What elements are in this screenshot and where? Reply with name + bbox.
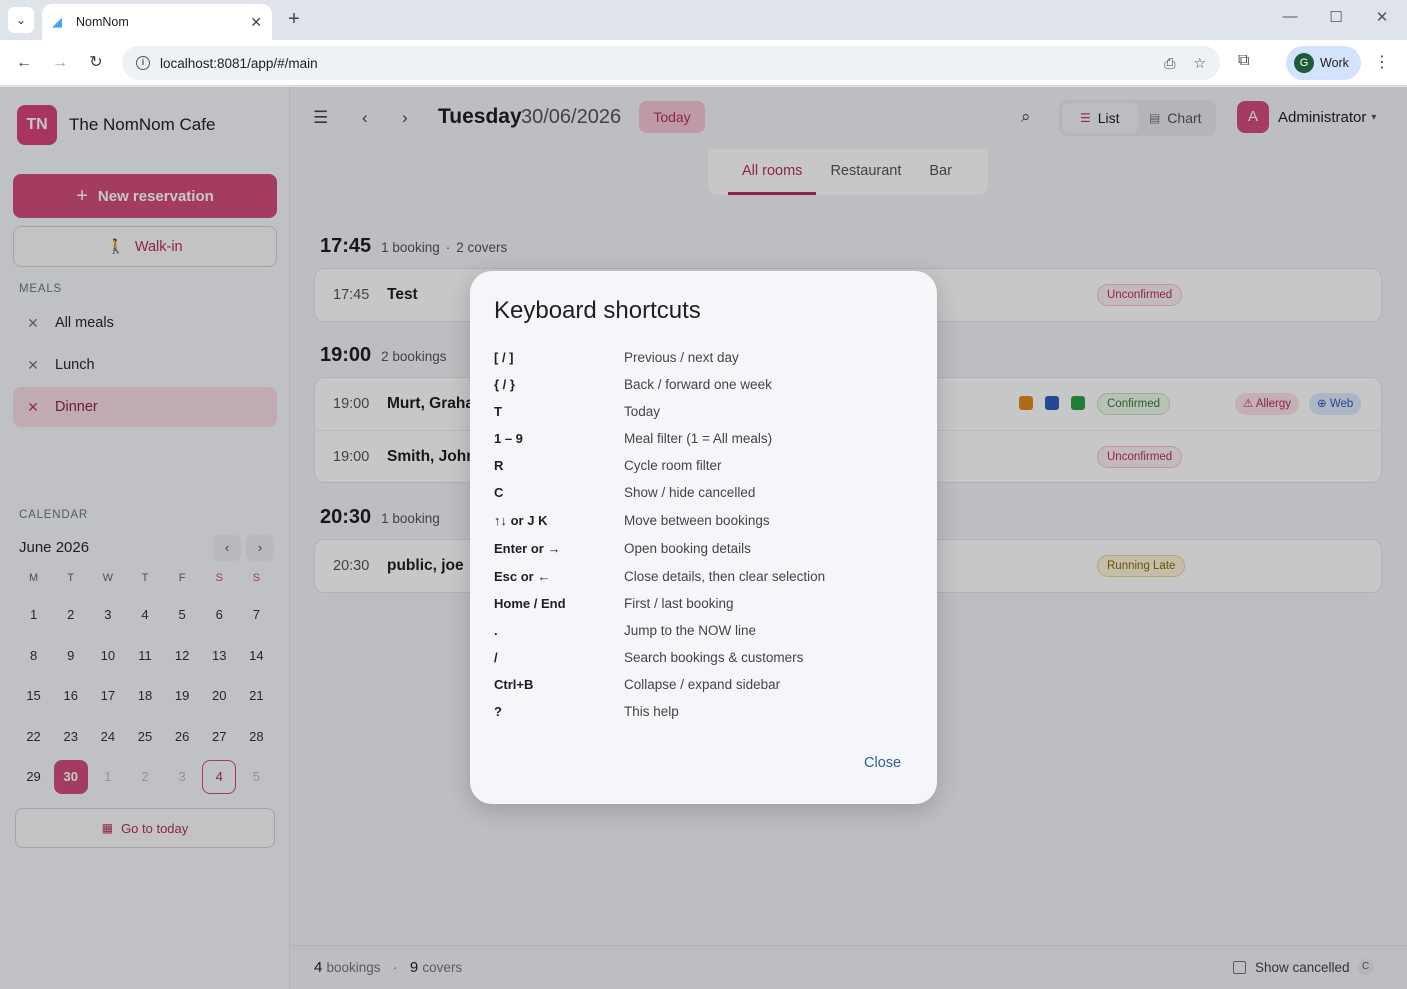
shortcut-row: ? This help [494, 701, 914, 721]
shortcut-description: Open booking details [624, 540, 751, 556]
back-arrow-icon[interactable]: ← [12, 51, 36, 75]
shortcut-row: { / } Back / forward one week [494, 374, 914, 394]
shortcut-description: Close details, then clear selection [624, 568, 826, 584]
shortcut-key: T [494, 403, 502, 419]
shortcut-row: Home / End First / last booking [494, 593, 914, 613]
tab-search-chevron-icon[interactable]: ⌄ [8, 7, 34, 33]
shortcut-key: { / } [494, 376, 515, 392]
shortcut-description: Back / forward one week [624, 376, 772, 392]
shortcut-row: / Search bookings & customers [494, 647, 914, 667]
forward-arrow-icon[interactable]: → [48, 51, 72, 75]
shortcut-key: R [494, 457, 504, 473]
shortcut-description: Show / hide cancelled [624, 484, 756, 500]
shortcut-key: [ / ] [494, 349, 514, 365]
browser-toolbar: ← → ↻ i localhost:8081/app/#/main ⎙ ☆ ⧉ … [0, 40, 1407, 86]
maximize-icon[interactable]: ☐ [1324, 8, 1348, 26]
shortcut-row: C Show / hide cancelled [494, 482, 914, 502]
shortcut-row: [ / ] Previous / next day [494, 347, 914, 367]
browser-menu-icon[interactable]: ⋮ [1374, 52, 1390, 72]
keyboard-shortcuts-dialog: Keyboard shortcuts [ / ] Previous / next … [470, 271, 937, 804]
bookmark-star-icon[interactable]: ☆ [1193, 55, 1206, 72]
browser-tab[interactable]: ◢ NomNom ✕ [42, 4, 272, 40]
shortcut-key: C [494, 484, 504, 500]
reload-icon[interactable]: ↻ [84, 51, 108, 75]
shortcut-key: . [494, 622, 498, 638]
address-bar[interactable]: i localhost:8081/app/#/main ⎙ ☆ [122, 46, 1220, 80]
profile-label: Work [1320, 56, 1349, 70]
window-close-icon[interactable]: ✕ [1370, 8, 1394, 26]
shortcut-row: R Cycle room filter [494, 455, 914, 475]
install-app-icon[interactable]: ⎙ [1164, 55, 1175, 72]
shortcut-key: Home / End [494, 595, 566, 611]
shortcut-description: Collapse / expand sidebar [624, 676, 781, 692]
shortcut-description: Today [624, 403, 661, 419]
shortcut-key: 1 – 9 [494, 430, 523, 446]
shortcut-key: Esc or ← [494, 568, 551, 584]
shortcut-description: This help [624, 703, 679, 719]
tab-close-icon[interactable]: ✕ [250, 14, 262, 31]
tab-title: NomNom [76, 15, 129, 29]
browser-tabstrip: ⌄ ◢ NomNom ✕ + — ☐ ✕ [0, 0, 1407, 40]
new-tab-plus-icon[interactable]: + [282, 8, 306, 32]
shortcut-row: ↑↓ or J K Move between bookings [494, 510, 914, 530]
url-text[interactable]: localhost:8081/app/#/main [160, 56, 1146, 71]
shortcut-description: First / last booking [624, 595, 734, 611]
site-info-icon[interactable]: i [136, 56, 150, 70]
flutter-favicon-icon: ◢ [52, 14, 62, 29]
shortcut-description: Cycle room filter [624, 457, 722, 473]
shortcut-row: Enter or → Open booking details [494, 538, 914, 558]
shortcut-key: / [494, 649, 498, 665]
shortcut-key: ↑↓ or J K [494, 512, 548, 528]
shortcut-row: Ctrl+B Collapse / expand sidebar [494, 674, 914, 694]
profile-avatar: G [1294, 53, 1314, 73]
shortcut-description: Move between bookings [624, 512, 770, 528]
shortcut-key: ? [494, 703, 502, 719]
shortcut-key: Ctrl+B [494, 676, 534, 692]
shortcut-description: Previous / next day [624, 349, 739, 365]
close-button[interactable]: Close [864, 755, 901, 771]
shortcut-row: Esc or ← Close details, then clear select… [494, 566, 914, 586]
shortcut-description: Search bookings & customers [624, 649, 804, 665]
shortcut-key: Enter or → [494, 540, 561, 556]
minimize-icon[interactable]: — [1278, 8, 1302, 25]
shortcut-row: 1 – 9 Meal filter (1 = All meals) [494, 428, 914, 448]
extensions-puzzle-icon[interactable]: ⧉ [1238, 52, 1249, 70]
dialog-title: Keyboard shortcuts [494, 297, 701, 324]
profile-chip[interactable]: G Work [1286, 46, 1361, 80]
shortcut-description: Jump to the NOW line [624, 622, 757, 638]
shortcut-row: . Jump to the NOW line [494, 620, 914, 640]
shortcut-row: T Today [494, 401, 914, 421]
shortcut-description: Meal filter (1 = All meals) [624, 430, 773, 446]
